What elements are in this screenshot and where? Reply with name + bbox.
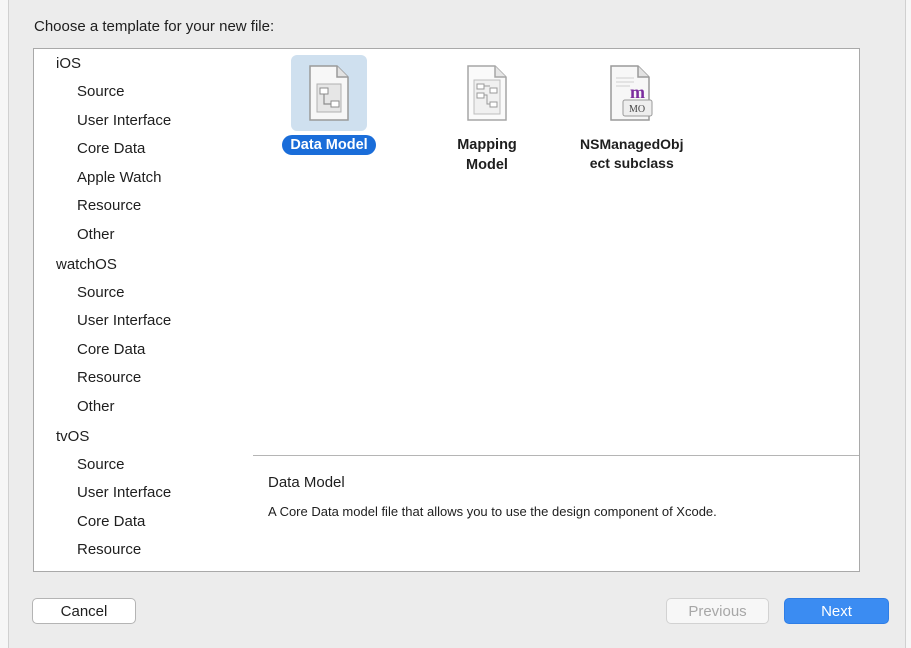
template-grid: Data Model Mapping Model m MO NSManagedO… [253,49,859,455]
sidebar-item-ios-resource[interactable]: Resource [34,192,253,221]
sidebar-item-watchos-core-data[interactable]: Core Data [34,336,253,365]
template-label: Mapping Model [457,137,517,173]
description-text: A Core Data model file that allows you t… [268,504,717,519]
template-description-pane: Data Model A Core Data model file that a… [253,455,859,571]
sidebar-item-watchos-user-interface[interactable]: User Interface [34,307,253,336]
sidebar-item-tvos-user-interface[interactable]: User Interface [34,479,253,508]
platform-sidebar[interactable]: iOS Source User Interface Core Data Apple Wa… [34,49,254,571]
sidebar-item-tvos-resource[interactable]: Resource [34,536,253,565]
template-tile: m MO [593,55,669,131]
template-chooser: iOS Source User Interface Core Data Apple Wa… [33,48,860,572]
sidebar-item-ios-user-interface[interactable]: User Interface [34,107,253,136]
sheet-right-edge [905,0,911,648]
sidebar-item-ios-core-data[interactable]: Core Data [34,135,253,164]
template-data-model[interactable]: Data Model [270,55,388,155]
template-selection-tile [291,55,367,131]
svg-text:m: m [630,82,645,102]
previous-button[interactable]: Previous [666,598,769,624]
platform-list: iOS Source User Interface Core Data Apple Wa… [34,49,253,565]
sidebar-item-ios-other[interactable]: Other [34,221,253,250]
cancel-button[interactable]: Cancel [32,598,136,624]
template-label-line-2: ect subclass [589,155,674,171]
svg-text:MO: MO [629,104,645,115]
template-label: NSManagedObj ect subclass [572,135,691,173]
data-model-icon [309,65,349,121]
description-title: Data Model [268,474,345,491]
sidebar-item-watchos-other[interactable]: Other [34,393,253,422]
sidebar-item-tvos-source[interactable]: Source [34,451,253,480]
dialog-prompt: Choose a template for your new file: [34,18,275,35]
sidebar-item-watchos-resource[interactable]: Resource [34,364,253,393]
template-mapping-model[interactable]: Mapping Model [428,55,546,175]
template-label: Data Model [282,135,376,155]
sidebar-item-tvos-core-data[interactable]: Core Data [34,508,253,537]
next-button[interactable]: Next [784,598,889,624]
mapping-model-icon [467,65,507,121]
sidebar-item-ios-apple-watch[interactable]: Apple Watch [34,164,253,193]
template-managed-object-subclass[interactable]: m MO NSManagedObj ect subclass [572,55,690,173]
sidebar-platform-watchos[interactable]: watchOS [34,250,253,279]
sheet-left-edge [0,0,9,648]
sidebar-item-ios-source[interactable]: Source [34,78,253,107]
sidebar-platform-tvos[interactable]: tvOS [34,422,253,451]
managed-object-icon: m MO [610,65,653,121]
template-tile [449,55,525,131]
sidebar-platform-ios[interactable]: iOS [34,49,253,78]
sidebar-item-watchos-source[interactable]: Source [34,279,253,308]
template-label-line-1: NSManagedObj [580,136,684,152]
